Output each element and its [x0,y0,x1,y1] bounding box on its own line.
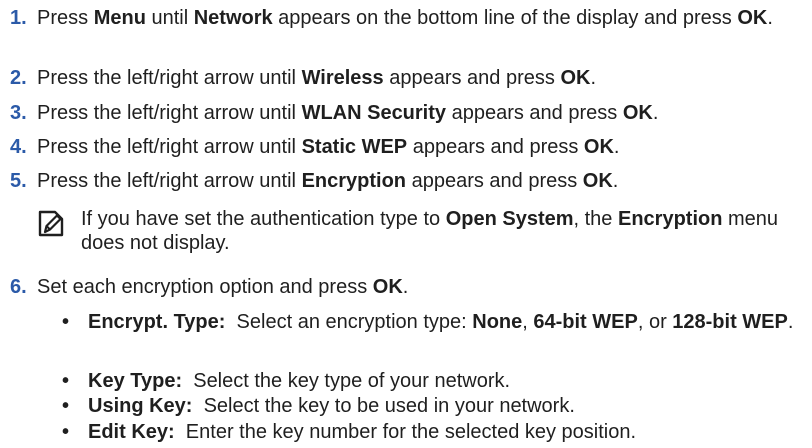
step-number: 4. [10,136,27,158]
option-text: Using Key: Select the key to be used in … [88,395,575,417]
step-text: Press Menu until Network appears on the … [37,7,773,29]
step-text: Press the left/right arrow until Encrypt… [37,170,619,192]
step-number: 5. [10,170,27,192]
step-text: Press the left/right arrow until WLAN Se… [37,102,659,124]
note-pencil-icon [38,210,64,237]
bullet: • [62,370,70,392]
step-text: Set each encryption option and press OK. [37,276,409,298]
step-number: 3. [10,102,27,124]
option-text: Encrypt. Type: Select an encryption type… [88,311,794,333]
step-number: 6. [10,276,27,298]
bullet: • [62,311,70,333]
bullet: • [62,421,70,443]
step-text: Press the left/right arrow until Static … [37,136,620,158]
option-text: Key Type: Select the key type of your ne… [88,370,511,392]
step-number: 1. [10,7,27,29]
option-text: Edit Key: Enter the key number for the s… [88,421,637,443]
step-number: 2. [10,67,27,89]
note-text: If you have set the authentication type … [81,208,779,254]
bullet: • [62,395,70,417]
step-text: Press the left/right arrow until Wireles… [37,67,596,89]
instruction-page: 1. Press Menu until Network appears on t… [0,0,812,448]
